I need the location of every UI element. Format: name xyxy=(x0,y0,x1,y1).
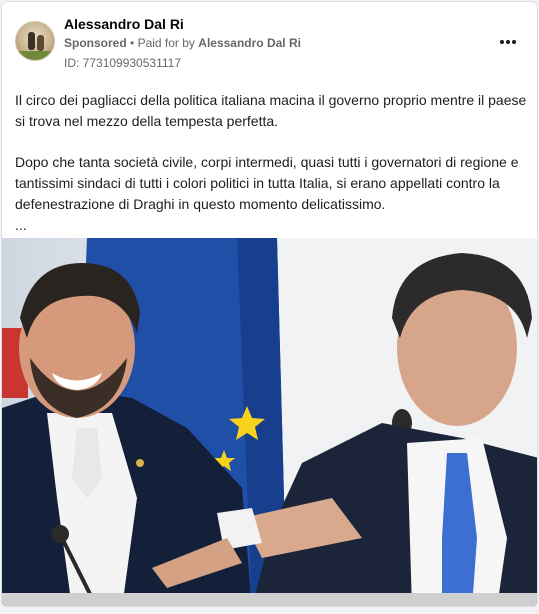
payer-name: Alessandro Dal Ri xyxy=(198,36,301,50)
sponsored-label: Sponsored xyxy=(64,36,127,50)
see-more-ellipsis[interactable]: ... xyxy=(15,215,527,235)
post-body: Il circo dei pagliacci della politica it… xyxy=(15,90,527,235)
more-options-icon[interactable] xyxy=(496,32,520,52)
post-header: Alessandro Dal Ri Sponsored • Paid for b… xyxy=(2,2,537,78)
post-paragraph-1: Il circo dei pagliacci della politica it… xyxy=(15,92,527,129)
paid-for-prefix: Paid for by xyxy=(137,36,195,50)
sponsored-line: Sponsored • Paid for by Alessandro Dal R… xyxy=(64,36,301,50)
meta-separator: • xyxy=(130,36,135,50)
author-avatar[interactable] xyxy=(15,21,55,61)
ad-id: ID: 773109930531117 xyxy=(64,56,181,70)
post-paragraph-2: Dopo che tanta società civile, corpi int… xyxy=(15,154,519,212)
post-image[interactable] xyxy=(2,238,537,606)
ad-card: Alessandro Dal Ri Sponsored • Paid for b… xyxy=(1,1,538,607)
author-name[interactable]: Alessandro Dal Ri xyxy=(64,16,184,32)
